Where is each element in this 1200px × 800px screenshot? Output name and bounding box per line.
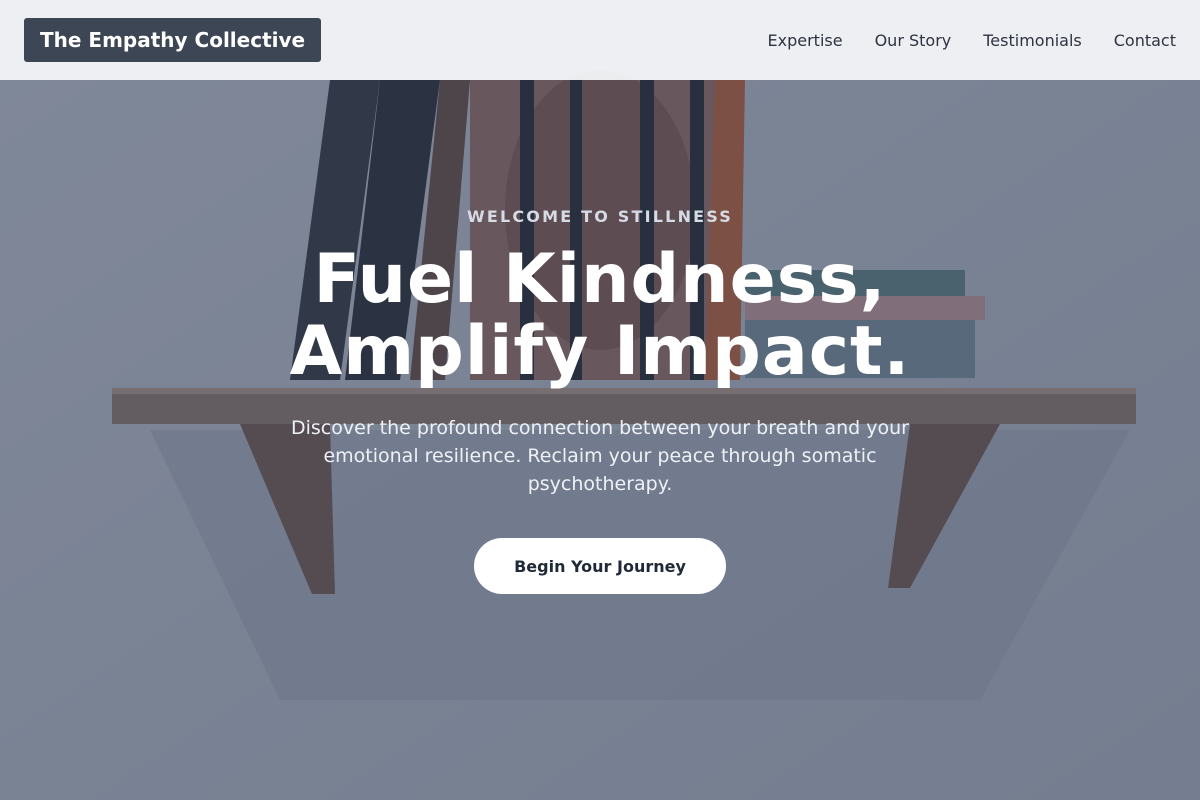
hero-section: The Empathy Collective Expertise Our Sto… [0,0,1200,800]
main-nav: Expertise Our Story Testimonials Contact [768,31,1176,50]
nav-link-our-story[interactable]: Our Story [875,31,952,50]
nav-link-testimonials[interactable]: Testimonials [983,31,1082,50]
hero-headline: Fuel Kindness, Amplify Impact. [0,244,1200,388]
begin-journey-button[interactable]: Begin Your Journey [474,538,726,594]
site-header: The Empathy Collective Expertise Our Sto… [0,0,1200,80]
nav-link-contact[interactable]: Contact [1114,31,1176,50]
brand-logo[interactable]: The Empathy Collective [24,18,322,62]
nav-link-expertise[interactable]: Expertise [768,31,843,50]
hero-headline-line-2: Amplify Impact. [289,312,911,391]
hero-overlay [0,0,1200,800]
hero-subtext: Discover the profound connection between… [291,417,909,495]
hero-eyebrow: WELCOME TO STILLNESS [466,207,734,226]
hero-headline-line-1: Fuel Kindness, [313,240,887,319]
